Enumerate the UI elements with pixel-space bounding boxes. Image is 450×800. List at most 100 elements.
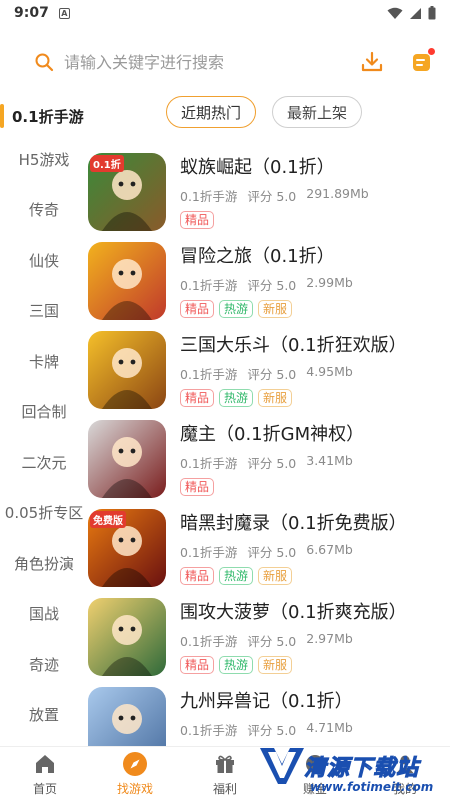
sidebar-item[interactable]: 三国 — [0, 286, 88, 337]
game-list[interactable]: 0.1折 蚁族崛起（0.1折） 0.1折手游 评分 5.0 291.89Mb 精品 冒险之旅… — [88, 150, 450, 746]
sidebar-item[interactable]: 角色扮演 — [0, 538, 88, 589]
sidebar-item[interactable]: H5游戏 — [0, 134, 88, 185]
game-meta: 0.1折手游 评分 5.0 291.89Mb — [180, 186, 450, 205]
sidebar-item[interactable]: 传奇 — [0, 185, 88, 236]
sidebar-item[interactable]: 奇迹 — [0, 639, 88, 690]
game-rating: 评分 5.0 — [247, 189, 297, 204]
game-item[interactable]: 围攻大菠萝（0.1折爽充版） 0.1折手游 评分 5.0 2.97Mb 精品 热游 新服 — [88, 595, 450, 684]
category-sidebar: 0.1折手游 H5游戏 传奇 仙侠 三国 卡牌 回合制 二次元 0.05折专区 … — [0, 98, 88, 746]
game-icon[interactable] — [88, 687, 166, 746]
sidebar-item[interactable]: 放置 — [0, 690, 88, 741]
sim-icon: A — [58, 7, 70, 19]
sidebar-item[interactable]: 0.05折专区 — [0, 488, 88, 539]
game-meta: 0.1折手游 评分 5.0 3.41Mb — [180, 453, 450, 472]
sidebar-item[interactable]: 回合制 — [0, 387, 88, 438]
game-tags: 精品 热游 新服 — [180, 656, 450, 674]
battery-icon — [428, 6, 436, 20]
game-info: 暗黑封魔录（0.1折免费版） 0.1折手游 评分 5.0 6.67Mb 精品 热游 新服 — [180, 509, 450, 585]
game-info: 冒险之旅（0.1折） 0.1折手游 评分 5.0 2.99Mb 精品 热游 新服 — [180, 242, 450, 318]
search-input[interactable] — [64, 52, 336, 72]
game-icon[interactable]: 0.1折 — [88, 153, 166, 231]
game-icon[interactable]: 免费版 — [88, 509, 166, 587]
message-button[interactable] — [408, 48, 436, 76]
game-rating: 评分 5.0 — [247, 723, 297, 738]
game-title[interactable]: 三国大乐斗（0.1折狂欢版） — [180, 333, 450, 359]
game-tag: 精品 — [180, 211, 215, 229]
game-size: 2.97Mb — [306, 631, 353, 646]
game-tag: 新服 — [258, 389, 293, 407]
game-info: 九州异兽记（0.1折） 0.1折手游 评分 5.0 4.71Mb — [180, 687, 450, 745]
game-tag: 精品 — [180, 567, 215, 585]
sidebar-item[interactable]: 卡牌 — [0, 336, 88, 387]
game-item[interactable]: 免费版 暗黑封魔录（0.1折免费版） 0.1折手游 评分 5.0 6.67Mb 精品 热游新… — [88, 506, 450, 595]
game-icon[interactable] — [88, 331, 166, 409]
game-category: 0.1折手游 — [180, 278, 238, 293]
game-icon-badge: 免费版 — [90, 511, 126, 528]
game-tag: 新服 — [258, 656, 293, 674]
game-title[interactable]: 魔主（0.1折GM神权） — [180, 422, 450, 448]
game-tags: 精品 热游 新服 — [180, 567, 450, 585]
game-meta: 0.1折手游 评分 5.0 6.67Mb — [180, 542, 450, 561]
nav-label: 找游戏 — [116, 781, 153, 796]
game-info: 魔主（0.1折GM神权） 0.1折手游 评分 5.0 3.41Mb 精品 — [180, 420, 450, 496]
game-size: 291.89Mb — [306, 186, 369, 201]
game-tag: 新服 — [258, 300, 293, 318]
game-item[interactable]: 三国大乐斗（0.1折狂欢版） 0.1折手游 评分 5.0 4.95Mb 精品 热游 新服 — [88, 328, 450, 417]
game-title[interactable]: 围攻大菠萝（0.1折爽充版） — [180, 600, 450, 626]
game-tags: 精品 热游 新服 — [180, 300, 450, 318]
game-item[interactable]: 0.1折 蚁族崛起（0.1折） 0.1折手游 评分 5.0 291.89Mb 精品 — [88, 150, 450, 239]
game-category: 0.1折手游 — [180, 456, 238, 471]
game-tag: 精品 — [180, 656, 215, 674]
game-category: 0.1折手游 — [180, 723, 238, 738]
tab-newest[interactable]: 最新上架 — [272, 96, 363, 128]
search-bar — [0, 40, 450, 84]
sidebar-item[interactable]: 0.1折手游 — [0, 98, 88, 134]
nav-label: 首页 — [32, 781, 57, 796]
game-tag: 热游 — [219, 300, 254, 318]
game-title[interactable]: 冒险之旅（0.1折） — [180, 244, 450, 270]
game-category: 0.1折手游 — [180, 545, 238, 560]
game-size: 2.99Mb — [306, 275, 353, 290]
game-icon[interactable] — [88, 598, 166, 676]
game-icon[interactable] — [88, 242, 166, 320]
game-size: 3.41Mb — [306, 453, 353, 468]
game-tag: 新服 — [258, 567, 293, 585]
wifi-icon — [387, 7, 403, 19]
compass-icon — [122, 751, 148, 777]
game-tag: 精品 — [180, 300, 215, 318]
watermark-url: www.fotimeit.com — [310, 780, 434, 794]
game-tag: 热游 — [219, 656, 254, 674]
game-rating: 评分 5.0 — [247, 456, 297, 471]
game-icon[interactable] — [88, 420, 166, 498]
game-item[interactable]: 冒险之旅（0.1折） 0.1折手游 评分 5.0 2.99Mb 精品 热游 新服 — [88, 239, 450, 328]
tab-recent-hot[interactable]: 近期热门 — [166, 96, 257, 128]
game-category: 0.1折手游 — [180, 189, 238, 204]
game-rating: 评分 5.0 — [247, 634, 297, 649]
game-info: 蚁族崛起（0.1折） 0.1折手游 评分 5.0 291.89Mb 精品 — [180, 153, 450, 229]
game-item[interactable]: 魔主（0.1折GM神权） 0.1折手游 评分 5.0 3.41Mb 精品 — [88, 417, 450, 506]
sort-tabs: 近期热门 最新上架 — [166, 96, 363, 128]
game-size: 4.71Mb — [306, 720, 353, 735]
game-info: 三国大乐斗（0.1折狂欢版） 0.1折手游 评分 5.0 4.95Mb 精品 热游 新服 — [180, 331, 450, 407]
sidebar-item[interactable]: 二次元 — [0, 437, 88, 488]
game-meta: 0.1折手游 评分 5.0 2.97Mb — [180, 631, 450, 650]
game-title[interactable]: 九州异兽记（0.1折） — [180, 689, 450, 715]
nav-welfare[interactable]: 福利 — [180, 747, 270, 800]
sidebar-item[interactable]: 仙侠 — [0, 235, 88, 286]
sidebar-item[interactable]: 国战 — [0, 589, 88, 640]
game-tag: 热游 — [219, 389, 254, 407]
game-category: 0.1折手游 — [180, 367, 238, 382]
status-bar: 9:07 A — [0, 0, 450, 26]
game-size: 4.95Mb — [306, 364, 353, 379]
game-meta: 0.1折手游 评分 5.0 2.99Mb — [180, 275, 450, 294]
nav-find-games[interactable]: 找游戏 — [90, 747, 180, 800]
game-title[interactable]: 暗黑封魔录（0.1折免费版） — [180, 511, 450, 537]
game-tags: 精品 — [180, 478, 450, 496]
nav-home[interactable]: 首页 — [0, 747, 90, 800]
game-item[interactable]: 九州异兽记（0.1折） 0.1折手游 评分 5.0 4.71Mb — [88, 684, 450, 746]
game-title[interactable]: 蚁族崛起（0.1折） — [180, 155, 450, 181]
search-icon[interactable] — [34, 52, 54, 72]
game-tag: 精品 — [180, 389, 215, 407]
download-button[interactable] — [358, 48, 386, 76]
nav-label: 福利 — [212, 781, 237, 796]
